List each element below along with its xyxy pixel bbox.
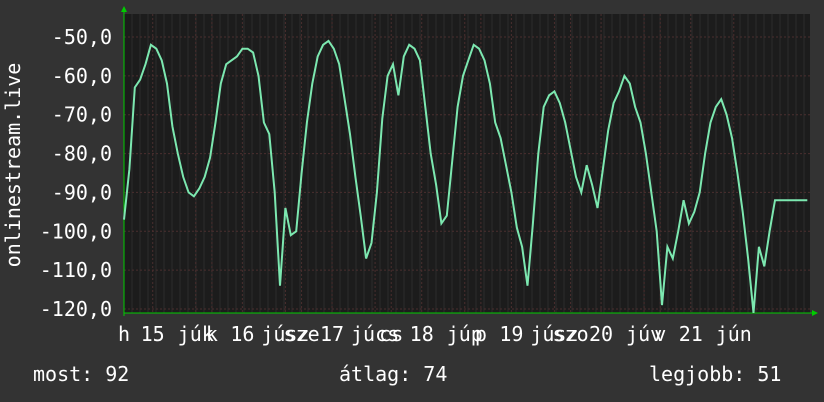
x-tick-label: 15	[141, 322, 165, 346]
x-tick-label: h	[118, 322, 130, 346]
stat-current: most: 92	[33, 362, 130, 386]
y-tick-label: -70,0	[52, 103, 112, 127]
x-tick-label: sze	[283, 322, 319, 346]
y-tick-label: -120,0	[40, 297, 112, 321]
x-tick-label: v	[654, 322, 666, 346]
y-tick-label: -100,0	[40, 219, 112, 243]
chart: -50,0 -60,0 -70,0 -80,0 -90,0 -100,0 -110,0 -12…	[1, 6, 818, 346]
y-ticks: -50,0 -60,0 -70,0 -80,0 -90,0 -100,0 -110,0 -12…	[40, 25, 112, 321]
y-axis-label: onlinestream.live	[1, 63, 25, 268]
x-tick-label: k	[206, 322, 218, 346]
x-tick-label: 17	[320, 322, 344, 346]
y-axis-arrow	[121, 6, 127, 12]
x-ticks: h 15 júkk 16 júszsze 17 júcscs 18 júpp 19 júszszo 2…	[118, 322, 752, 346]
y-tick-label: -90,0	[52, 180, 112, 204]
x-tick-label: szo	[553, 322, 589, 346]
stat-average: átlag: 74	[339, 362, 448, 386]
y-tick-label: -50,0	[52, 25, 112, 49]
x-tick-label: cs	[379, 322, 403, 346]
x-tick-label: 20	[589, 322, 613, 346]
plot-background	[124, 14, 810, 313]
x-axis-arrow	[812, 310, 818, 316]
y-tick-label: -60,0	[52, 64, 112, 88]
stat-best: legjobb: 51	[649, 362, 782, 386]
x-tick-label: 19	[499, 322, 523, 346]
y-tick-label: -80,0	[52, 142, 112, 166]
x-tick-label: 21	[679, 322, 703, 346]
y-tick-label: -110,0	[40, 258, 112, 282]
x-tick-label: p	[475, 322, 487, 346]
x-tick-label: 18	[410, 322, 434, 346]
x-tick-label: jún	[716, 322, 752, 346]
x-tick-label: 16	[230, 322, 254, 346]
